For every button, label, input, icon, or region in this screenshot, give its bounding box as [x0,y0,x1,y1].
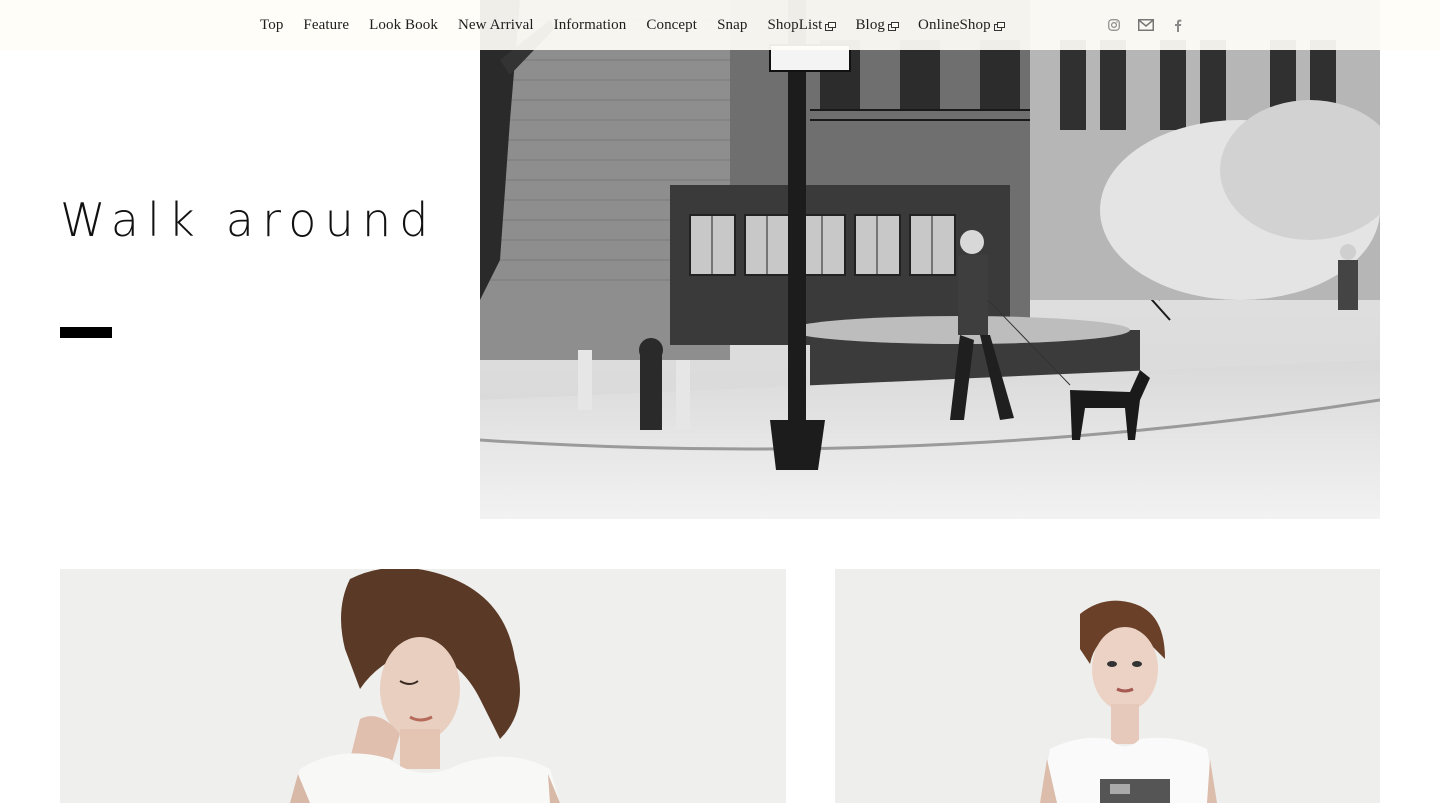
headline-accent-bar [60,327,112,338]
nav-item-shoplist[interactable]: ShopList [767,16,837,34]
nav-item-new-arrival[interactable]: New Arrival [458,17,534,34]
page: Top Feature Look Book New Arrival Inform… [0,0,1440,803]
nav-item-label: ShopList [767,16,823,33]
top-navigation-bar: Top Feature Look Book New Arrival Inform… [0,0,1440,50]
nav-item-label: Information [553,16,627,33]
external-window-icon [888,22,900,31]
external-window-icon [825,22,837,31]
nav-item-label: OnlineShop [918,16,991,33]
main-navigation: Top Feature Look Book New Arrival Inform… [260,0,1005,50]
nav-item-label: Look Book [369,16,438,33]
nav-item-label: New Arrival [457,16,534,33]
facebook-icon[interactable] [1170,17,1186,33]
hero-headline: Walk around [60,193,437,247]
street-corner-photo [480,0,1380,519]
external-window-icon [993,22,1005,31]
nav-item-blog[interactable]: Blog [855,16,900,34]
model-looking-down-photo[interactable] [60,569,786,803]
nav-item-concept[interactable]: Concept [646,17,697,34]
social-links [1106,17,1186,33]
model-graphic-tee-photo[interactable] [835,569,1380,803]
nav-item-top[interactable]: Top [260,17,283,34]
nav-item-label: Snap [717,16,748,33]
instagram-icon[interactable] [1106,17,1122,33]
nav-item-feature[interactable]: Feature [303,17,349,34]
nav-item-information[interactable]: Information [554,17,627,34]
nav-item-look-book[interactable]: Look Book [369,17,438,34]
mail-icon[interactable] [1138,17,1154,33]
nav-item-label: Concept [646,16,698,33]
nav-item-onlineshop[interactable]: OnlineShop [918,16,1005,34]
nav-item-snap[interactable]: Snap [717,17,747,34]
nav-item-label: Blog [855,16,886,33]
nav-item-label: Top [260,16,284,33]
nav-item-label: Feature [303,16,350,33]
